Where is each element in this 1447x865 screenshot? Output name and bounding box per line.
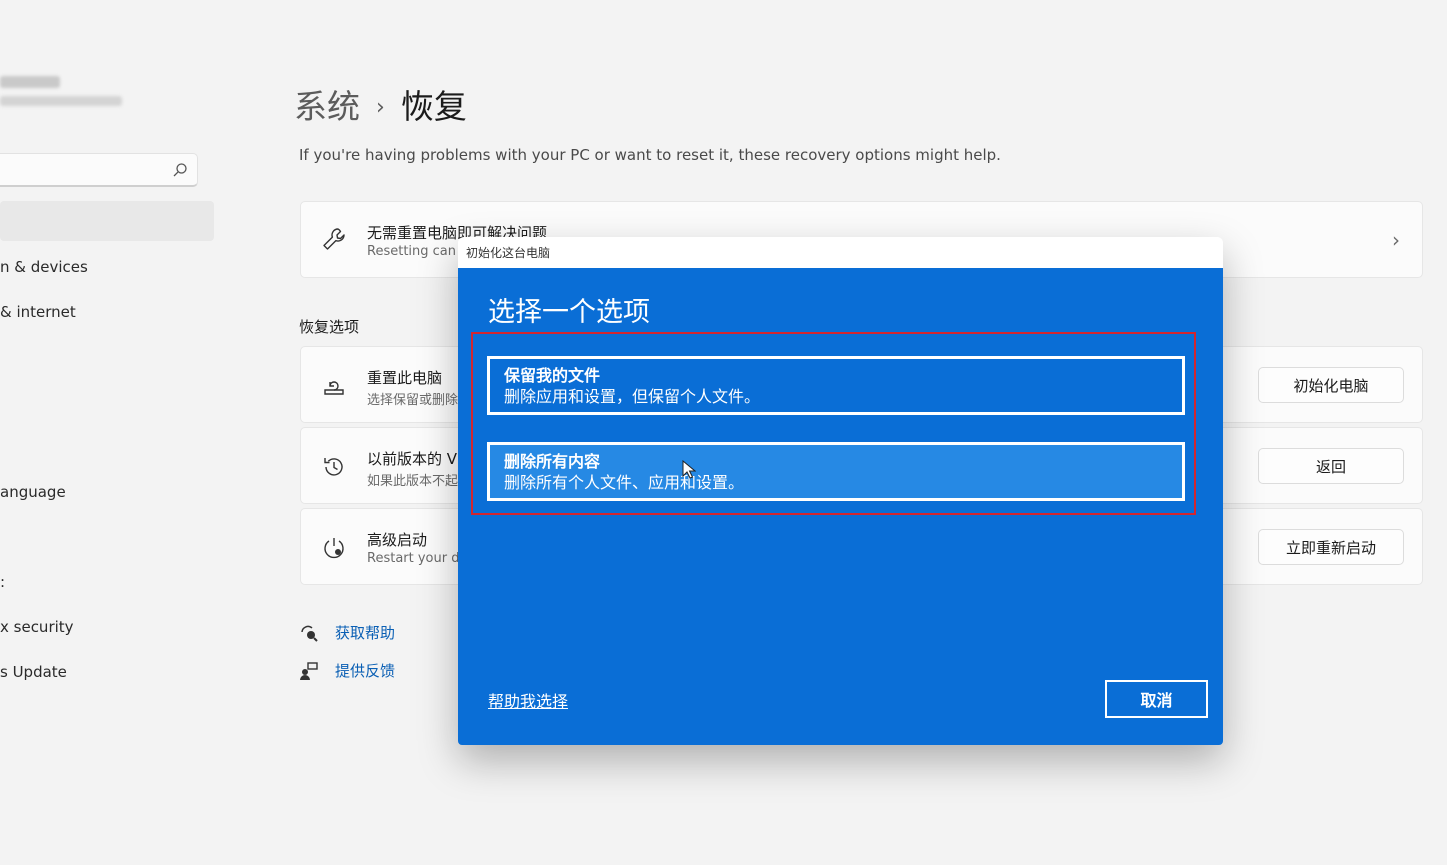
history-icon: [324, 458, 343, 476]
breadcrumb-parent[interactable]: 系统: [294, 87, 360, 126]
get-help-label[interactable]: 获取帮助: [335, 622, 395, 643]
keep-files-option[interactable]: 保留我的文件 删除应用和设置，但保留个人文件。: [487, 356, 1185, 415]
search-icon: [173, 163, 187, 177]
get-help-link[interactable]: 获取帮助: [299, 622, 395, 643]
reset-dialog: 选择一个选项 保留我的文件 删除应用和设置，但保留个人文件。 删除所有内容 删除…: [458, 268, 1223, 745]
feedback-icon: [300, 661, 318, 680]
restart-now-button[interactable]: 立即重新启动: [1258, 529, 1404, 565]
reset-pc-icon: [324, 381, 344, 395]
fix-card-subtitle: Resetting can t: [367, 244, 466, 259]
reset-pc-title: 重置此电脑: [367, 369, 443, 387]
help-icon: [301, 625, 318, 642]
keep-files-title: 保留我的文件: [504, 366, 601, 385]
sidebar-item-time-language[interactable]: anguage: [0, 483, 66, 501]
dialog-titlebar: 初始化这台电脑: [458, 237, 1223, 268]
remove-everything-option[interactable]: 删除所有内容 删除所有个人文件、应用和设置。: [487, 442, 1185, 501]
advanced-startup-icon: [324, 538, 344, 559]
sidebar-item-system-selected[interactable]: [0, 201, 214, 241]
sidebar-item-bluetooth-devices[interactable]: n & devices: [0, 258, 88, 276]
help-me-choose-link[interactable]: 帮助我选择: [488, 688, 568, 712]
sidebar-item-network-internet[interactable]: & internet: [0, 303, 76, 321]
sidebar-item-gaming[interactable]: :: [0, 573, 5, 591]
breadcrumb: 系统 › 恢复: [294, 80, 467, 128]
go-back-title: 以前版本的 V: [367, 450, 458, 468]
remove-everything-desc: 删除所有个人文件、应用和设置。: [504, 473, 745, 492]
page-intro: If you're having problems with your PC o…: [299, 146, 1001, 164]
reset-pc-button[interactable]: 初始化电脑: [1258, 367, 1404, 403]
search-input[interactable]: [0, 153, 198, 187]
dialog-heading: 选择一个选项: [488, 297, 650, 328]
sidebar: n & devices & internet anguage : x secur…: [0, 0, 230, 865]
go-back-subtitle: 如果此版本不起: [367, 474, 459, 489]
keep-files-desc: 删除应用和设置，但保留个人文件。: [504, 387, 761, 406]
sidebar-item-windows-update[interactable]: s Update: [0, 663, 67, 681]
wrench-icon: [323, 228, 345, 250]
feedback-link[interactable]: 提供反馈: [299, 660, 395, 681]
chevron-right-icon: ›: [1392, 228, 1400, 252]
advanced-startup-subtitle: Restart your de: [367, 551, 468, 566]
mouse-cursor-icon: [682, 460, 696, 479]
profile-name-blurred: [0, 76, 60, 88]
go-back-button[interactable]: 返回: [1258, 448, 1404, 484]
sidebar-item-privacy-security[interactable]: x security: [0, 618, 74, 636]
breadcrumb-separator: ›: [376, 95, 385, 120]
profile-email-blurred: [0, 96, 122, 106]
cancel-button[interactable]: 取消: [1105, 680, 1208, 718]
advanced-startup-title: 高级启动: [367, 531, 428, 549]
section-label-recovery-options: 恢复选项: [299, 318, 360, 336]
page-title: 恢复: [400, 87, 467, 126]
remove-everything-title: 删除所有内容: [504, 452, 601, 471]
reset-pc-subtitle: 选择保留或删除: [367, 393, 459, 408]
feedback-label[interactable]: 提供反馈: [335, 660, 395, 681]
